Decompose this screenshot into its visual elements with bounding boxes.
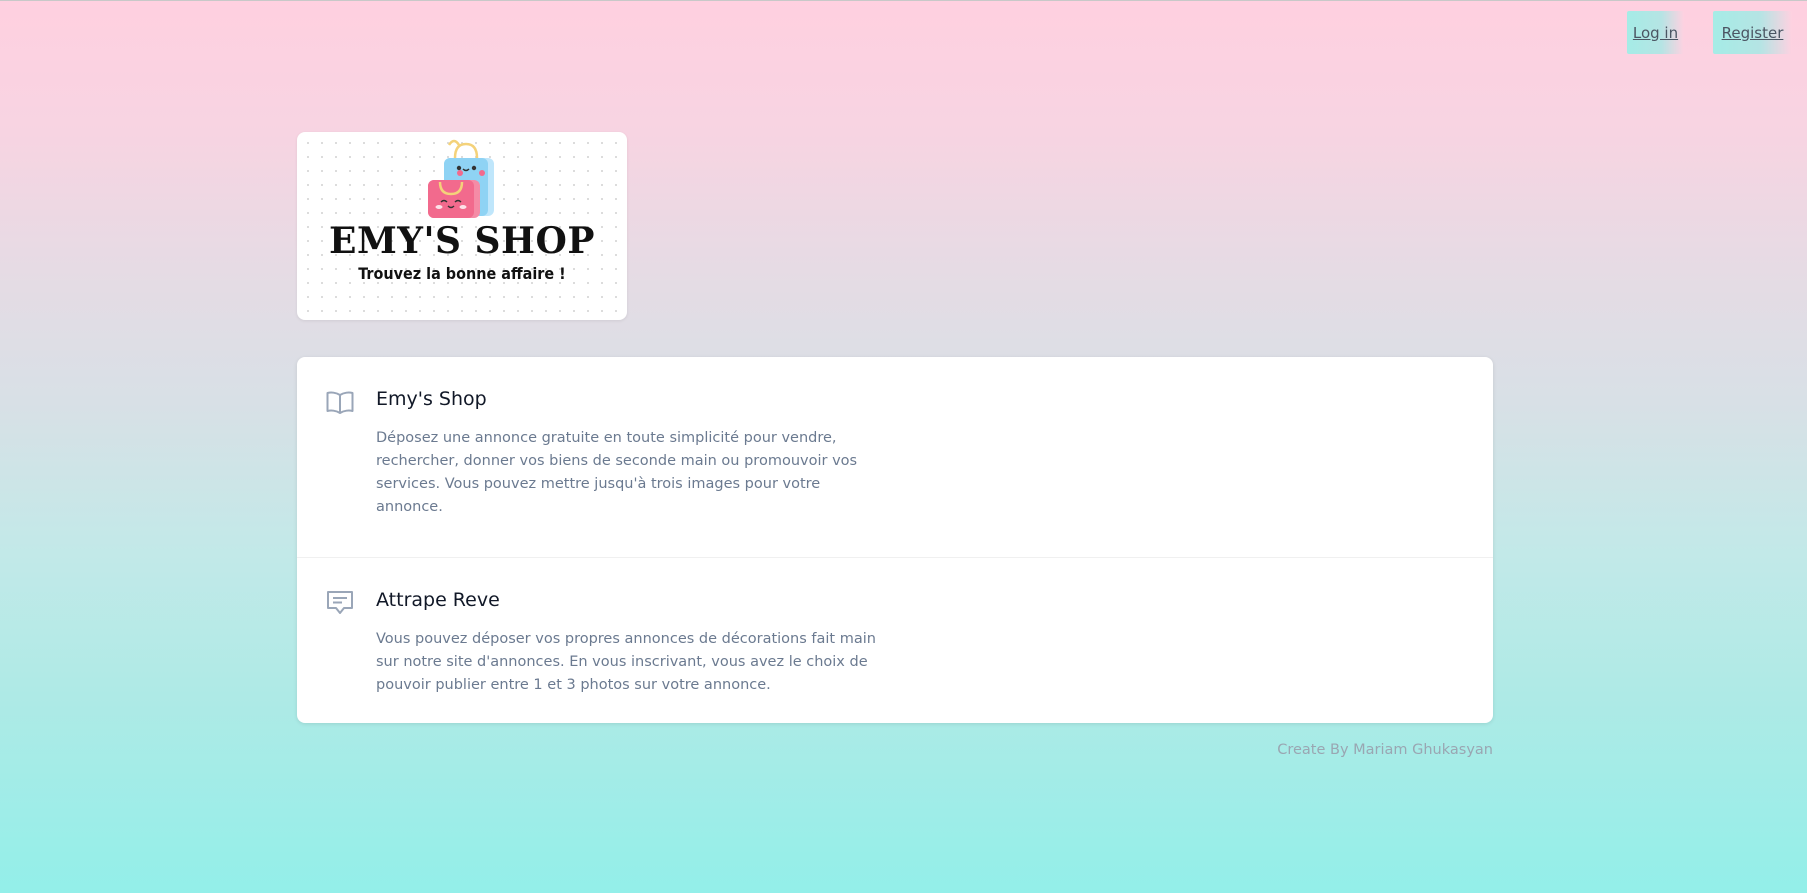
logo-tagline: Trouvez la bonne affaire ! (358, 264, 566, 283)
shop-logo: EMY'S SHOP Trouvez la bonne affaire ! (297, 132, 627, 320)
features-card: Emy's Shop Déposez une annonce gratuite … (297, 357, 1493, 723)
chat-bubble-icon (327, 591, 353, 614)
logo-title: EMY'S SHOP (329, 220, 595, 262)
footer-credit: Create By Mariam Ghukasyan (1277, 742, 1493, 758)
feature-description: Vous pouvez déposer vos propres annonces… (376, 631, 876, 693)
feature-title: Emy's Shop (376, 388, 487, 410)
feature-emys-shop: Emy's Shop Déposez une annonce gratuite … (297, 357, 1493, 557)
open-book-icon (326, 391, 354, 414)
feature-description: Déposez une annonce gratuite en toute si… (376, 430, 858, 515)
feature-attrape-reve: Attrape Reve Vous pouvez déposer vos pro… (297, 557, 1493, 723)
top-border (0, 0, 1807, 1)
login-link[interactable]: Log in (1627, 11, 1684, 54)
register-link[interactable]: Register (1713, 11, 1792, 54)
feature-title: Attrape Reve (376, 589, 500, 611)
